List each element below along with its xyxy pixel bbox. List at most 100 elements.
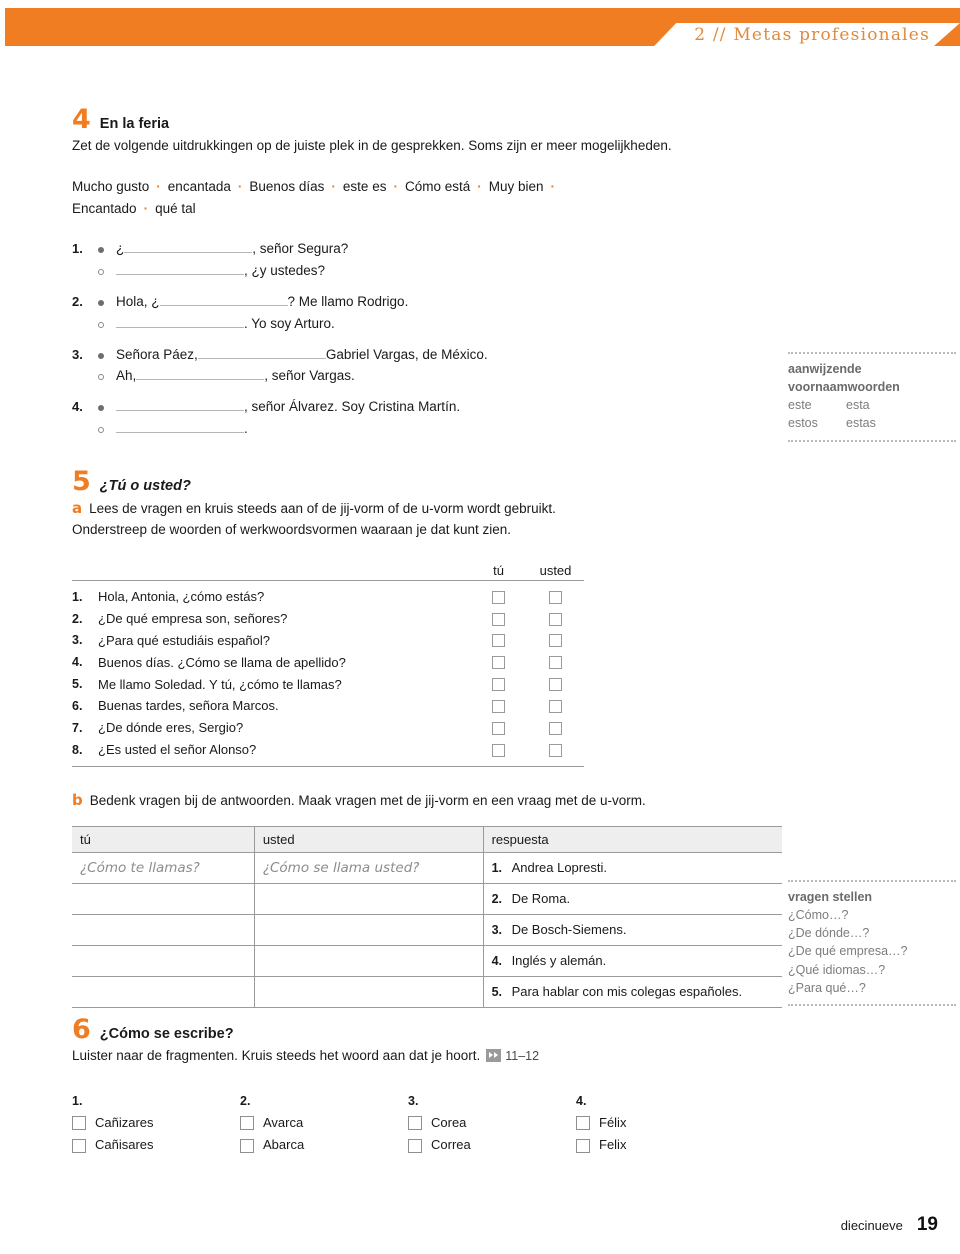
choice-group-number: 4. bbox=[576, 1093, 587, 1108]
page-number: 19 bbox=[916, 1214, 938, 1235]
wordbank-separator-icon: · bbox=[237, 178, 243, 194]
sidenote-word: este bbox=[788, 398, 812, 413]
wordbank-separator-icon: · bbox=[143, 200, 149, 216]
checkbox-icon[interactable] bbox=[240, 1138, 254, 1153]
checkbox-cell-usted[interactable] bbox=[527, 590, 584, 604]
checkbox-cell-usted[interactable] bbox=[527, 612, 584, 626]
row-text: ¿De qué empresa son, señores? bbox=[98, 611, 288, 627]
fast-forward-icon[interactable] bbox=[486, 1049, 502, 1062]
checkbox-cell-tu[interactable] bbox=[470, 721, 527, 735]
choice-option[interactable]: Correa bbox=[408, 1134, 576, 1157]
column-header-usted: usted bbox=[254, 825, 484, 853]
answer-blank[interactable] bbox=[116, 397, 244, 412]
choice-option[interactable]: Félix bbox=[576, 1112, 744, 1135]
checkbox-cell-tu[interactable] bbox=[470, 656, 527, 670]
speaker-hollow-dot-icon bbox=[98, 374, 116, 381]
dialogue-line: Ah, , señor Vargas. bbox=[72, 365, 672, 387]
dialogue-line: 3. Señora Páez, Gabriel Vargas, de Méxic… bbox=[72, 344, 672, 366]
checkbox-cell-usted[interactable] bbox=[527, 634, 584, 648]
checkbox-cell-usted[interactable] bbox=[527, 699, 584, 713]
checkbox-cell-tu[interactable] bbox=[470, 678, 527, 692]
cell-usted-answer[interactable] bbox=[254, 945, 484, 977]
choice-option[interactable]: Cañizares bbox=[72, 1112, 240, 1135]
answer-blank[interactable] bbox=[116, 314, 244, 328]
table-row: ¿Cómo te llamas? ¿Cómo se llama usted? 1… bbox=[72, 852, 782, 884]
sidenote-row: este esta bbox=[788, 396, 956, 414]
answer-blank[interactable] bbox=[116, 419, 244, 434]
checkbox-cell-usted[interactable] bbox=[527, 656, 584, 670]
row-number: 5. bbox=[491, 985, 502, 1000]
sidenote-title-line2: voornaamwoorden bbox=[788, 380, 900, 395]
sidenote-title-line1: aanwijzende bbox=[788, 362, 862, 376]
handwritten-answer: ¿Cómo se llama usted? bbox=[262, 859, 420, 876]
sidenote-word: estos bbox=[788, 416, 818, 431]
dialogue-text-after: , señor Segura? bbox=[252, 241, 349, 257]
cell-tu-answer[interactable] bbox=[72, 976, 255, 1008]
answer-blank[interactable] bbox=[136, 366, 265, 381]
cell-tu-answer[interactable] bbox=[72, 945, 255, 977]
exercise-4-title: En la feria bbox=[99, 116, 170, 132]
exercise-5-heading: 5 ¿Tú o usted? bbox=[72, 468, 584, 495]
table-row: 7. ¿De dónde eres, Sergio? bbox=[72, 717, 584, 739]
sidenote-word: esta bbox=[846, 398, 870, 413]
answer-blank[interactable] bbox=[159, 292, 288, 306]
speaker-filled-dot-icon bbox=[98, 299, 116, 306]
dialogue-line: , ¿y ustedes? bbox=[72, 260, 672, 282]
row-number: 6. bbox=[72, 698, 83, 713]
checkbox-cell-tu[interactable] bbox=[470, 612, 527, 626]
exercise-6-title: ¿Cómo se escribe? bbox=[99, 1026, 234, 1042]
checkbox-cell-tu[interactable] bbox=[470, 590, 527, 604]
table-row: 2. ¿De qué empresa son, señores? bbox=[72, 608, 584, 630]
cell-usted-answer[interactable] bbox=[254, 914, 484, 946]
speaker-hollow-dot-icon bbox=[98, 268, 116, 275]
checkbox-cell-usted[interactable] bbox=[527, 721, 584, 735]
checkbox-cell-tu[interactable] bbox=[470, 699, 527, 713]
dialogue-text-after: Gabriel Vargas, de México. bbox=[325, 346, 488, 362]
answer-blank[interactable] bbox=[197, 345, 326, 359]
option-label: Correa bbox=[431, 1137, 471, 1153]
choice-option[interactable]: Felix bbox=[576, 1134, 744, 1157]
checkbox-icon[interactable] bbox=[408, 1138, 422, 1153]
dialogue-number: 4. bbox=[72, 399, 83, 415]
row-number: 3. bbox=[491, 923, 502, 938]
chapter-title: 2 // Metas profesionales bbox=[694, 24, 930, 45]
page-footer: diecinueve 19 bbox=[841, 1214, 938, 1236]
cell-usted-answer[interactable] bbox=[254, 883, 484, 915]
checkbox-cell-usted[interactable] bbox=[527, 743, 584, 757]
cell-usted-answer[interactable] bbox=[254, 976, 484, 1008]
wordbank-item: Buenos días bbox=[249, 178, 325, 194]
wordbank-separator-icon: · bbox=[331, 178, 336, 194]
checkbox-cell-tu[interactable] bbox=[470, 743, 527, 757]
cell-tu-answer[interactable] bbox=[72, 883, 255, 915]
wordbank-item: Muy bien bbox=[488, 178, 544, 194]
row-text: Buenos días. ¿Cómo se llama de apellido? bbox=[98, 654, 346, 670]
dialogue-group: 2. Hola, ¿ ? Me llamo Rodrigo. . Yo soy … bbox=[72, 291, 672, 335]
choice-option[interactable]: Avarca bbox=[240, 1112, 408, 1135]
checkbox-cell-tu[interactable] bbox=[470, 634, 527, 648]
checkbox-cell-usted[interactable] bbox=[527, 678, 584, 692]
sidenote-row: estos estas bbox=[788, 414, 956, 432]
answer-blank[interactable] bbox=[124, 239, 253, 254]
answer-blank[interactable] bbox=[116, 261, 244, 275]
checkbox-icon[interactable] bbox=[408, 1115, 422, 1130]
table-header-row: tú usted respuesta bbox=[72, 825, 782, 853]
cell-tu-answer[interactable]: ¿Cómo te llamas? bbox=[72, 852, 255, 884]
exercise-6: 6 ¿Cómo se escribe? Luister naar de frag… bbox=[72, 1016, 744, 1157]
cell-usted-answer[interactable]: ¿Cómo se llama usted? bbox=[254, 852, 484, 884]
checkbox-icon[interactable] bbox=[240, 1115, 254, 1130]
exercise-5-number: 5 bbox=[72, 466, 91, 497]
checkbox-icon[interactable] bbox=[576, 1115, 590, 1130]
sidenote-item: ¿De qué empresa…? bbox=[788, 944, 908, 959]
wordbank-item: Cómo está bbox=[404, 178, 471, 194]
choice-option[interactable]: Abarca bbox=[240, 1134, 408, 1157]
checkbox-icon[interactable] bbox=[72, 1115, 86, 1130]
checkbox-icon[interactable] bbox=[72, 1138, 86, 1153]
choice-option[interactable]: Corea bbox=[408, 1112, 576, 1135]
row-text: ¿Es usted el señor Alonso? bbox=[98, 742, 257, 758]
sidenote-item: ¿Qué idiomas…? bbox=[788, 962, 886, 977]
checkbox-icon[interactable] bbox=[576, 1138, 590, 1153]
sidenote-item: ¿Para qué…? bbox=[788, 980, 866, 995]
row-number: 4. bbox=[491, 954, 502, 969]
choice-option[interactable]: Cañisares bbox=[72, 1134, 240, 1157]
cell-tu-answer[interactable] bbox=[72, 914, 255, 946]
